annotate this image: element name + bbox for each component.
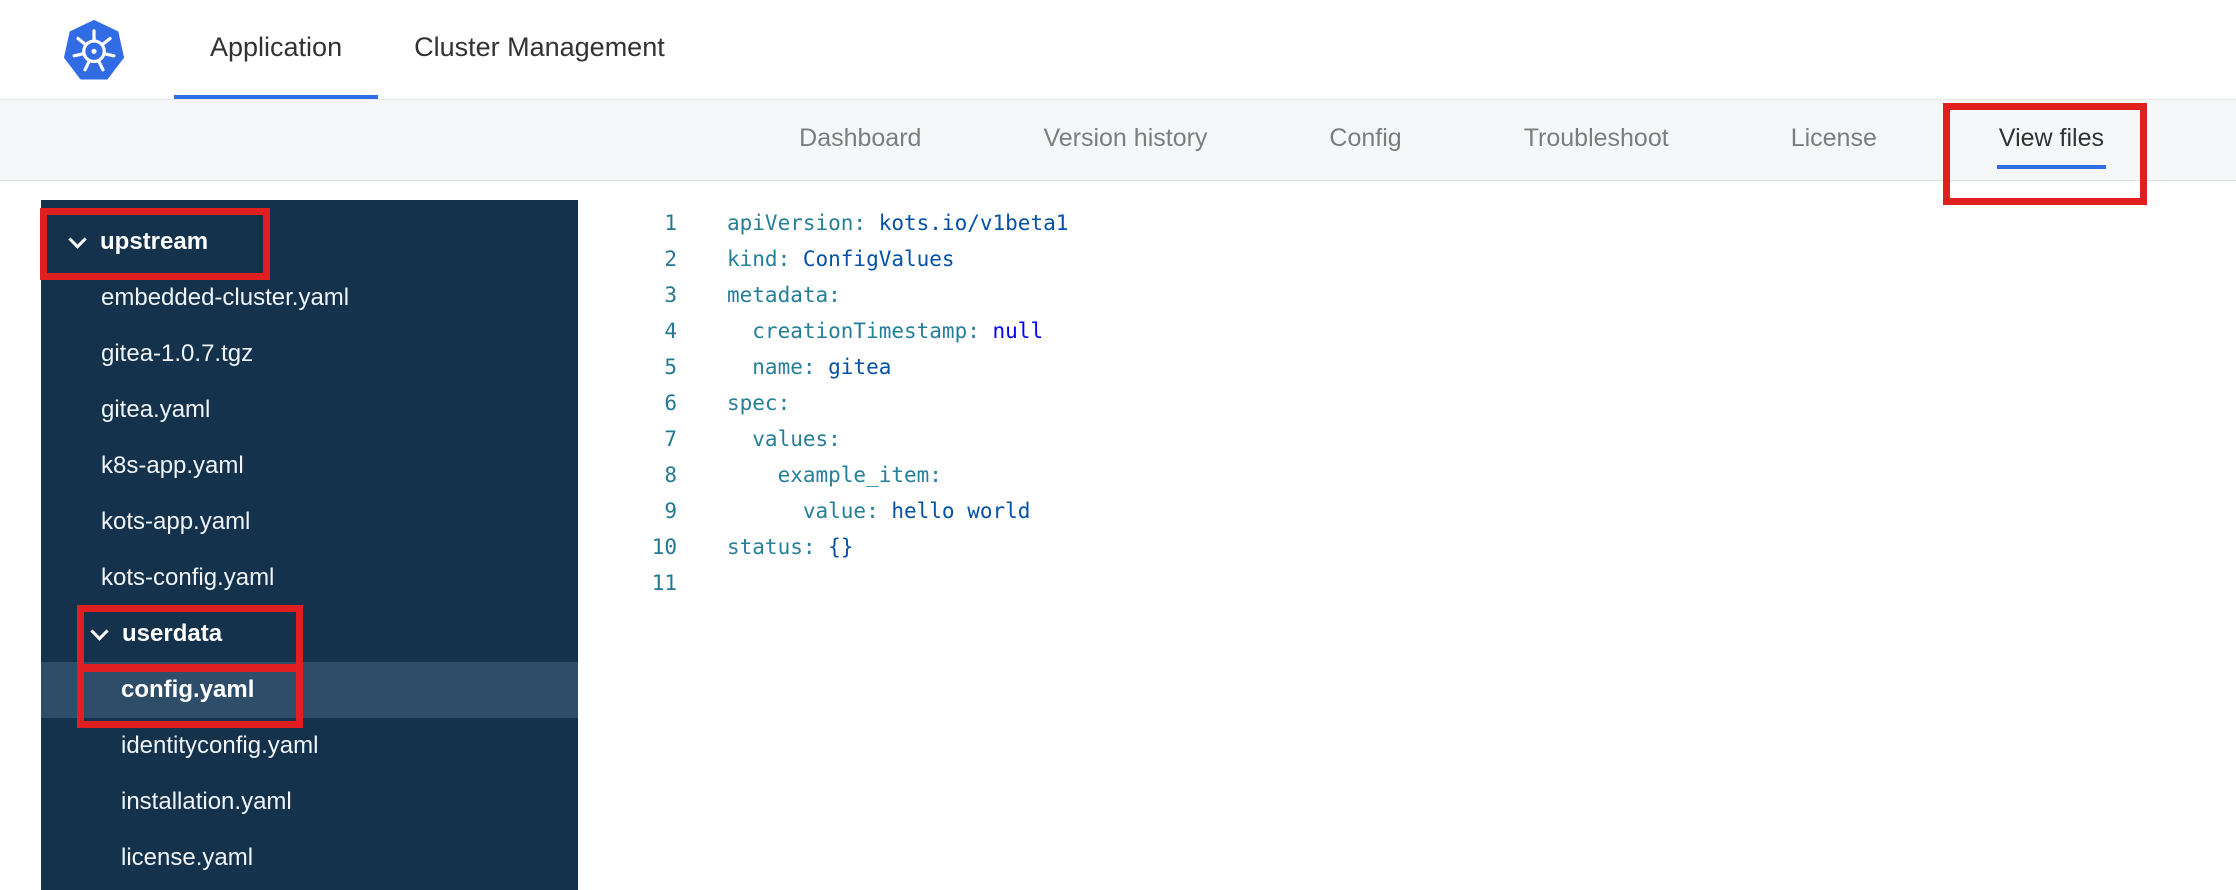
code-text: status: {} [727, 535, 854, 559]
line-number: 3 [664, 283, 677, 307]
subnav-item-dashboard[interactable]: Dashboard [797, 112, 923, 169]
code-text: name: gitea [727, 355, 892, 379]
code-text: value: hello world [727, 499, 1031, 523]
code-line: 11 [578, 565, 2236, 601]
editor-lines: 1 apiVersion: kots.io/v1beta1 2 kind: Confi… [578, 205, 2236, 601]
app-subnav: Dashboard Version history Config Troublesho… [0, 100, 2236, 181]
code-line: 6 spec: [578, 385, 2236, 421]
tree-group-label: upstream [100, 228, 209, 255]
tree-file-k8s-app-yaml[interactable]: k8s-app.yaml [41, 438, 578, 494]
tree-file-gitea-yaml[interactable]: gitea.yaml [41, 382, 578, 438]
code-editor[interactable]: 1 apiVersion: kots.io/v1beta1 2 kind: Confi… [578, 181, 2236, 890]
chevron-down-icon [68, 229, 87, 249]
tree-file-identityconfig-yaml[interactable]: identityconfig.yaml [41, 718, 578, 774]
content-area: upstream embedded-cluster.yaml gitea-1.0.7… [0, 181, 2236, 890]
subnav-item-version-history[interactable]: Version history [1041, 112, 1209, 169]
code-text: spec: [727, 391, 791, 415]
top-header: Application Cluster Management [0, 0, 2236, 100]
subnav-item-view-files[interactable]: View files [1996, 112, 2106, 169]
line-number: 4 [664, 319, 677, 343]
line-number: 2 [664, 247, 677, 271]
code-line: 4 creationTimestamp: null [578, 313, 2236, 349]
tree-group-upstream[interactable]: upstream [41, 214, 578, 270]
kubernetes-logo [62, 0, 132, 99]
code-line: 1 apiVersion: kots.io/v1beta1 [578, 205, 2236, 241]
code-line: 8 example_item: [578, 457, 2236, 493]
chevron-down-icon [90, 621, 109, 641]
tree-file-gitea-1-0-7-tgz[interactable]: gitea-1.0.7.tgz [41, 326, 578, 382]
tree-file-config-yaml[interactable]: config.yaml [41, 662, 578, 718]
subnav-item-license[interactable]: License [1789, 112, 1879, 169]
code-text: metadata: [727, 283, 841, 307]
code-line: 10 status: {} [578, 529, 2236, 565]
line-number: 5 [664, 355, 677, 379]
code-text: example_item: [727, 463, 942, 487]
code-line: 9 value: hello world [578, 493, 2236, 529]
file-tree: upstream embedded-cluster.yaml gitea-1.0.7… [41, 200, 578, 890]
code-line: 7 values: [578, 421, 2236, 457]
tree-file-kots-config-yaml[interactable]: kots-config.yaml [41, 550, 578, 606]
line-number: 7 [664, 427, 677, 451]
top-tab-cluster-management[interactable]: Cluster Management [378, 0, 701, 99]
tree-file-embedded-cluster-yaml[interactable]: embedded-cluster.yaml [41, 270, 578, 326]
line-number: 8 [664, 463, 677, 487]
code-line: 5 name: gitea [578, 349, 2236, 385]
tree-file-kots-app-yaml[interactable]: kots-app.yaml [41, 494, 578, 550]
kubernetes-helm-icon [63, 19, 125, 79]
code-text: kind: ConfigValues [727, 247, 955, 271]
subnav-item-config[interactable]: Config [1327, 112, 1403, 169]
line-number: 9 [664, 499, 677, 523]
code-line: 3 metadata: [578, 277, 2236, 313]
code-text: apiVersion: kots.io/v1beta1 [727, 211, 1069, 235]
line-number: 6 [664, 391, 677, 415]
line-number: 10 [651, 535, 677, 559]
tree-file-license-yaml[interactable]: license.yaml [41, 830, 578, 886]
tree-file-installation-yaml[interactable]: installation.yaml [41, 774, 578, 830]
code-text: values: [727, 427, 841, 451]
subnav-item-troubleshoot[interactable]: Troubleshoot [1522, 112, 1671, 169]
line-number: 11 [651, 571, 677, 595]
code-line: 2 kind: ConfigValues [578, 241, 2236, 277]
line-number: 1 [664, 211, 677, 235]
code-text: creationTimestamp: null [727, 319, 1044, 343]
top-tab-application[interactable]: Application [174, 0, 379, 99]
tree-group-userdata[interactable]: userdata [41, 606, 578, 662]
tree-group-label: userdata [122, 620, 223, 647]
top-tabs: Application Cluster Management [174, 0, 701, 99]
